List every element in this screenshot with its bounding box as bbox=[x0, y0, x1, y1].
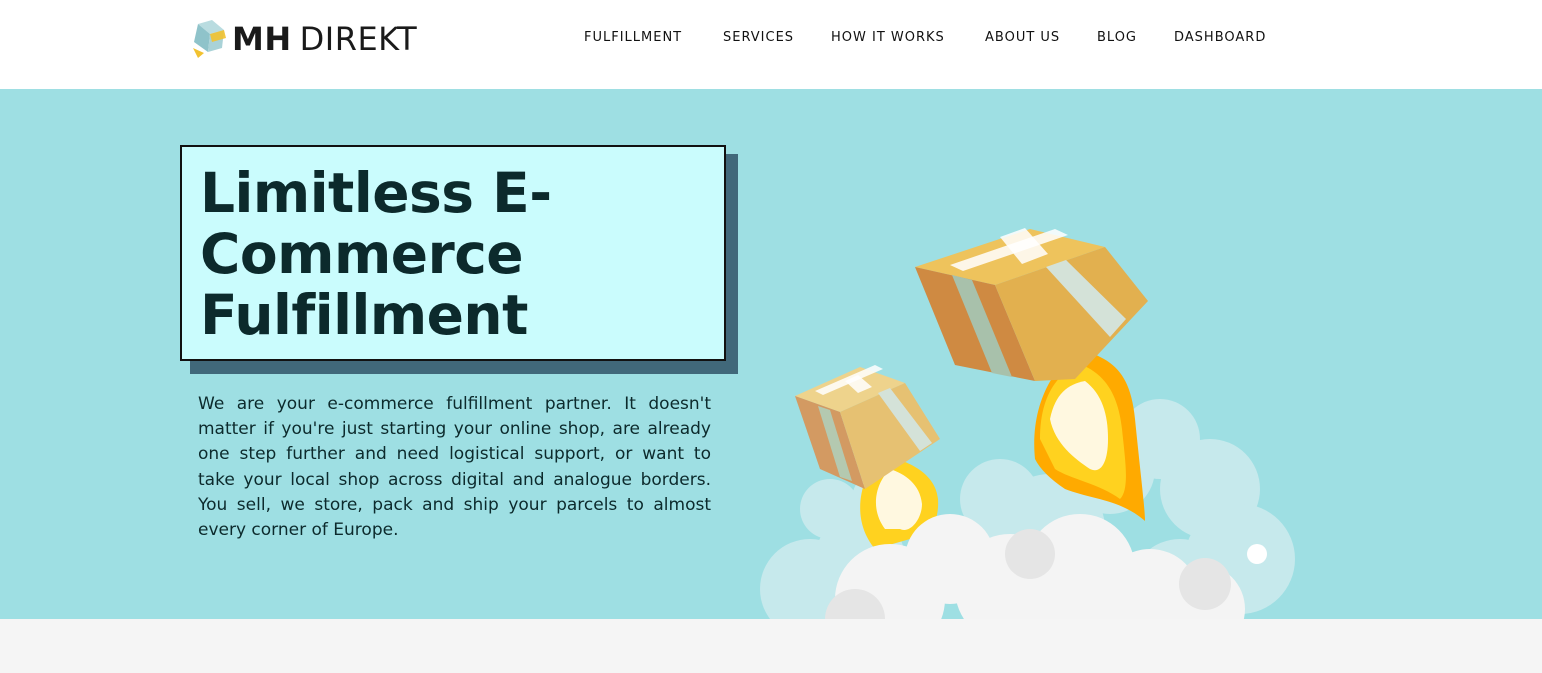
brand-logo[interactable]: MH DIREKT bbox=[190, 18, 417, 60]
hero-section: Limitless E- Commerce Fulfillment We are… bbox=[0, 89, 1542, 619]
nav-services[interactable]: SERVICES bbox=[723, 30, 794, 45]
hero-title-line-2: Commerce bbox=[200, 222, 524, 286]
logo-cube-icon bbox=[193, 20, 226, 58]
hero-title: Limitless E- Commerce Fulfillment bbox=[200, 163, 720, 346]
logo-brand-bold: MH bbox=[232, 20, 292, 58]
hero-title-line-3: Fulfillment bbox=[200, 283, 528, 347]
nav-about-us[interactable]: ABOUT US bbox=[985, 30, 1060, 45]
nav-fulfillment[interactable]: FULFILLMENT bbox=[584, 30, 682, 45]
page-lower-section bbox=[0, 619, 1542, 673]
rocket-boxes-illustration bbox=[760, 228, 1295, 619]
hero-title-line-1: Limitless E- bbox=[200, 161, 552, 225]
nav-how-it-works[interactable]: HOW IT WORKS bbox=[831, 30, 945, 45]
nav-blog[interactable]: BLOG bbox=[1097, 30, 1137, 45]
title-box: Limitless E- Commerce Fulfillment bbox=[180, 145, 726, 361]
hero-description: We are your e-commerce fulfillment partn… bbox=[198, 394, 711, 541]
nav-dashboard[interactable]: DASHBOARD bbox=[1174, 30, 1266, 45]
large-parcel-box bbox=[915, 228, 1148, 381]
site-header: MH DIREKT FULFILLMENT SERVICES HOW IT WOR… bbox=[0, 0, 1542, 89]
logo-brand-light: DIREKT bbox=[299, 20, 418, 58]
